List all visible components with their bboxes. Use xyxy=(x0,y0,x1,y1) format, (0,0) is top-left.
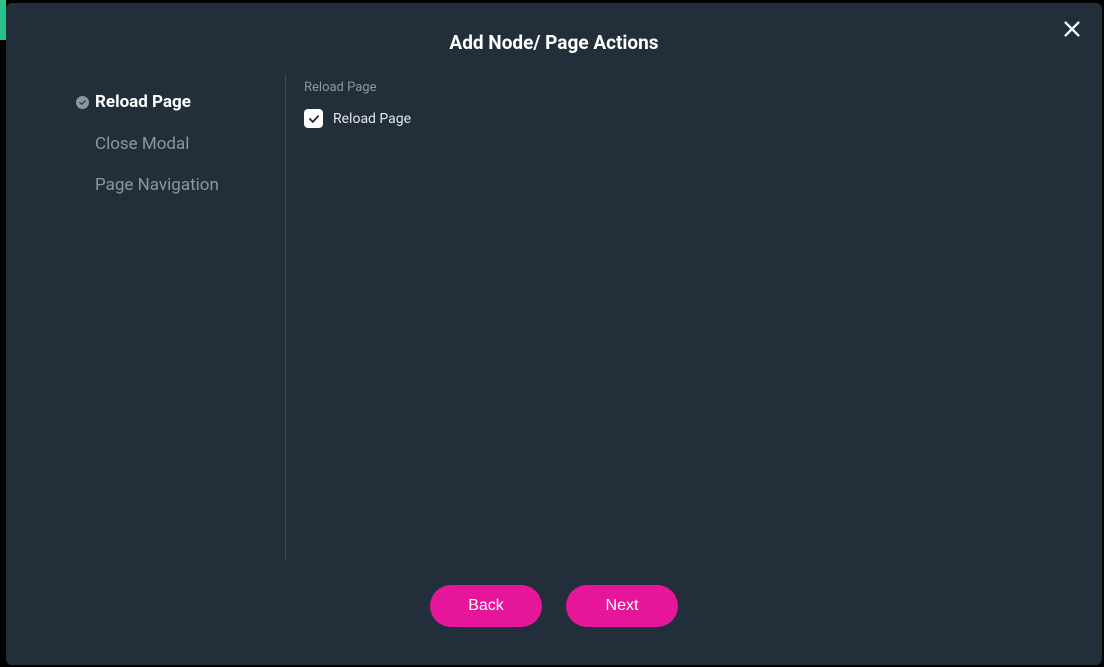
sidebar: Reload Page Close Modal Page Navigation xyxy=(76,74,286,561)
bullet-spacer xyxy=(76,138,89,151)
content-panel: Reload Page Reload Page xyxy=(286,74,1102,575)
section-label: Reload Page xyxy=(304,80,1102,95)
sidebar-item-label: Page Navigation xyxy=(95,173,219,199)
next-button[interactable]: Next xyxy=(566,585,678,627)
back-button[interactable]: Back xyxy=(430,585,542,627)
modal-title: Add Node/ Page Actions xyxy=(6,3,1102,74)
sidebar-item-page-navigation[interactable]: Page Navigation xyxy=(76,165,285,207)
close-icon xyxy=(1061,18,1083,40)
sidebar-item-label: Close Modal xyxy=(95,132,189,158)
modal-body: Reload Page Close Modal Page Navigation … xyxy=(6,74,1102,575)
check-icon xyxy=(307,112,321,126)
check-circle-icon xyxy=(76,96,89,109)
checkbox-label: Reload Page xyxy=(333,111,411,127)
checkbox-row: Reload Page xyxy=(304,109,1102,128)
modal-dialog: Add Node/ Page Actions Reload Page Close… xyxy=(6,3,1102,665)
sidebar-item-label: Reload Page xyxy=(95,90,191,116)
close-button[interactable] xyxy=(1060,17,1084,41)
bullet-spacer xyxy=(76,179,89,192)
sidebar-item-close-modal[interactable]: Close Modal xyxy=(76,124,285,166)
reload-page-checkbox[interactable] xyxy=(304,109,323,128)
sidebar-item-reload-page[interactable]: Reload Page xyxy=(76,82,285,124)
modal-footer: Back Next xyxy=(6,575,1102,665)
